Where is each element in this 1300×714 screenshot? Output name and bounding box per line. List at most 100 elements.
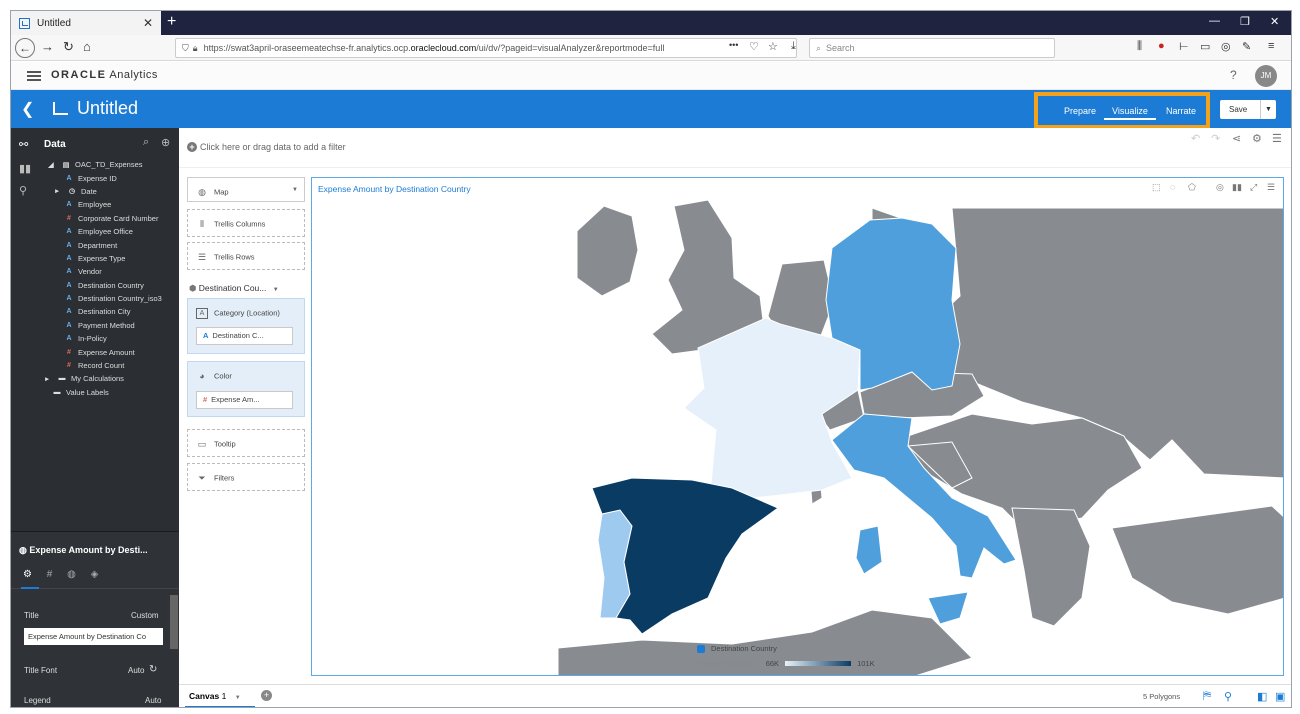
chevron-down-icon[interactable]: ▼ [235, 695, 241, 701]
tooltip-dropzone[interactable]: ▭ Tooltip [187, 429, 305, 457]
library-icon[interactable]: ⫼ [1137, 40, 1142, 53]
column-item[interactable]: # Expense Amount [63, 345, 179, 358]
visualizations-icon[interactable]: ▮▮ [19, 162, 31, 175]
column-item[interactable]: A Expense ID [63, 171, 179, 184]
layout-left-icon[interactable]: ◧ [1257, 690, 1267, 703]
close-window-icon[interactable]: ✕ [1270, 15, 1279, 28]
expand-chevron-icon[interactable]: ◢ [45, 161, 57, 169]
new-tab-button[interactable]: + [167, 13, 176, 31]
viz-type-select[interactable]: ◍ Map ▼ [187, 177, 305, 202]
column-item[interactable]: # Corporate Card Number [63, 212, 179, 225]
properties-scrollbar[interactable] [170, 595, 178, 649]
save-button[interactable]: Save ▼ [1220, 100, 1276, 119]
column-item[interactable]: A Destination Country [63, 279, 179, 292]
title-input[interactable]: Expense Amount by Destination Co [24, 628, 163, 645]
extension-icon[interactable]: ● [1158, 40, 1165, 52]
column-item[interactable]: A Employee Office [63, 225, 179, 238]
value-labels-row[interactable]: ▬ Value Labels [51, 386, 179, 399]
lasso-icon[interactable]: ◌ [1170, 182, 1175, 192]
column-item[interactable]: # Record Count [63, 359, 179, 372]
map-tab-icon[interactable]: ◍ [67, 569, 76, 580]
forward-arrow-icon[interactable]: → [41, 39, 54, 54]
legend-prop-value[interactable]: Auto [145, 696, 161, 705]
page-actions-icon[interactable]: ••• [729, 40, 738, 50]
map-status-icon[interactable]: ⛿ [1203, 690, 1211, 703]
home-icon[interactable]: ⌂ [83, 39, 91, 54]
polygon-select-icon[interactable]: ⬠ [1188, 182, 1196, 193]
reset-icon[interactable]: ↻ [149, 664, 157, 675]
settings-icon[interactable]: ⚙ [1252, 132, 1262, 145]
hamburger-icon[interactable] [27, 71, 41, 81]
filter-prompt[interactable]: + Click here or drag data to add a filter [187, 142, 346, 152]
title-font-value[interactable]: Auto [128, 666, 144, 675]
extension-3-icon[interactable]: ✎ [1242, 40, 1251, 53]
download-icon[interactable]: ⤓ [791, 40, 796, 53]
restore-icon[interactable]: ❐ [1240, 15, 1250, 28]
chart-type-icon[interactable]: ▮▮ [1232, 182, 1242, 193]
column-item[interactable]: ▸ ◷ Date [51, 185, 179, 198]
analytics-icon[interactable]: ⚲ [19, 184, 27, 197]
pocket-icon[interactable]: ♡ [749, 40, 759, 53]
browser-tab[interactable]: Untitled ✕ [11, 11, 161, 35]
color-chip[interactable]: # Expense Am... [196, 391, 293, 409]
map-canvas[interactable] [312, 178, 1284, 676]
color-dropzone[interactable]: ◕ Color # Expense Am... [187, 361, 305, 417]
column-item[interactable]: A Employee [63, 198, 179, 211]
search-icon[interactable]: ⌕ [143, 136, 149, 149]
undo-icon[interactable]: ↶ [1191, 132, 1200, 145]
save-dropdown-icon[interactable]: ▼ [1260, 100, 1276, 119]
target-icon[interactable]: ◎ [1216, 182, 1224, 193]
tab-prepare[interactable]: Prepare [1064, 106, 1096, 116]
column-item[interactable]: A In-Policy [63, 332, 179, 345]
filter-bar[interactable]: + Click here or drag data to add a filter… [179, 128, 1291, 168]
avatar[interactable]: JM [1255, 65, 1277, 87]
map-visualization[interactable]: Expense Amount by Destination Country ⬚ … [311, 177, 1284, 676]
minimize-icon[interactable]: — [1209, 15, 1220, 27]
maximize-icon[interactable]: ⤢ [1250, 182, 1257, 193]
collapse-chevron-icon[interactable]: ▸ [41, 375, 53, 383]
account-icon[interactable]: ◎ [1221, 40, 1231, 53]
dataset-row[interactable]: ◢ ▤ OAC_TD_Expenses [45, 158, 179, 171]
category-chip[interactable]: A Destination C... [196, 327, 293, 345]
url-bar[interactable]: ⛉ 🔒︎ https://swat3april-oraseemeatechse-… [175, 38, 797, 58]
tab-narrate[interactable]: Narrate [1166, 106, 1196, 116]
reload-icon[interactable]: ↻ [63, 39, 74, 55]
trellis-rows-dropzone[interactable]: ☰ Trellis Rows [187, 242, 305, 270]
filters-dropzone[interactable]: ⏷ Filters [187, 463, 305, 491]
trellis-columns-dropzone[interactable]: ⫴ Trellis Columns [187, 209, 305, 237]
help-icon[interactable]: ? [1230, 68, 1237, 82]
column-item[interactable]: A Expense Type [63, 252, 179, 265]
pin-icon[interactable]: ⚲ [1224, 690, 1232, 703]
title-mode-select[interactable]: Custom [131, 611, 159, 620]
back-arrow-icon[interactable]: ← [15, 38, 35, 58]
add-data-icon[interactable]: ⊕ [161, 136, 170, 149]
canvas-tab[interactable]: Canvas 1 ▼ [185, 685, 255, 707]
add-canvas-icon[interactable]: + [261, 690, 272, 701]
my-calculations-row[interactable]: ▸ ▬ My Calculations [41, 372, 179, 385]
select-icon[interactable]: ⬚ [1152, 182, 1161, 193]
viz-menu-icon[interactable]: ☰ [1267, 182, 1275, 193]
menu-icon[interactable]: ≡ [1268, 40, 1274, 52]
extension-2-icon[interactable]: ⊢ [1179, 40, 1189, 53]
close-tab-icon[interactable]: ✕ [143, 16, 153, 30]
browser-search-input[interactable]: ⌕ Search [809, 38, 1055, 58]
sidebar-icon[interactable]: ▭ [1200, 40, 1210, 53]
column-item[interactable]: A Destination City [63, 305, 179, 318]
axis-tab-icon[interactable]: # [47, 569, 53, 580]
layers-tab-icon[interactable]: ◈ [91, 569, 99, 580]
tab-visualize[interactable]: Visualize [1104, 106, 1156, 120]
share-icon[interactable]: ⋖ [1232, 132, 1241, 145]
canvas-menu-icon[interactable]: ☰ [1272, 132, 1282, 145]
general-tab-icon[interactable]: ⚙ [23, 569, 32, 580]
column-item[interactable]: A Department [63, 238, 179, 251]
data-elements-icon[interactable]: ⚯ [19, 138, 28, 151]
column-item[interactable]: A Vendor [63, 265, 179, 278]
layer-header[interactable]: ⬢ Destination Cou... ▼ [189, 283, 279, 294]
layout-panel-icon[interactable]: ▣ [1275, 690, 1285, 703]
back-chevron-icon[interactable]: ❮ [21, 99, 34, 119]
category-location-dropzone[interactable]: A Category (Location) A Destination C... [187, 298, 305, 354]
bookmark-star-icon[interactable]: ☆ [768, 40, 778, 53]
column-item[interactable]: A Payment Method [63, 319, 179, 332]
column-item[interactable]: A Destination Country_iso3 [63, 292, 179, 305]
redo-icon[interactable]: ↷ [1211, 132, 1220, 145]
